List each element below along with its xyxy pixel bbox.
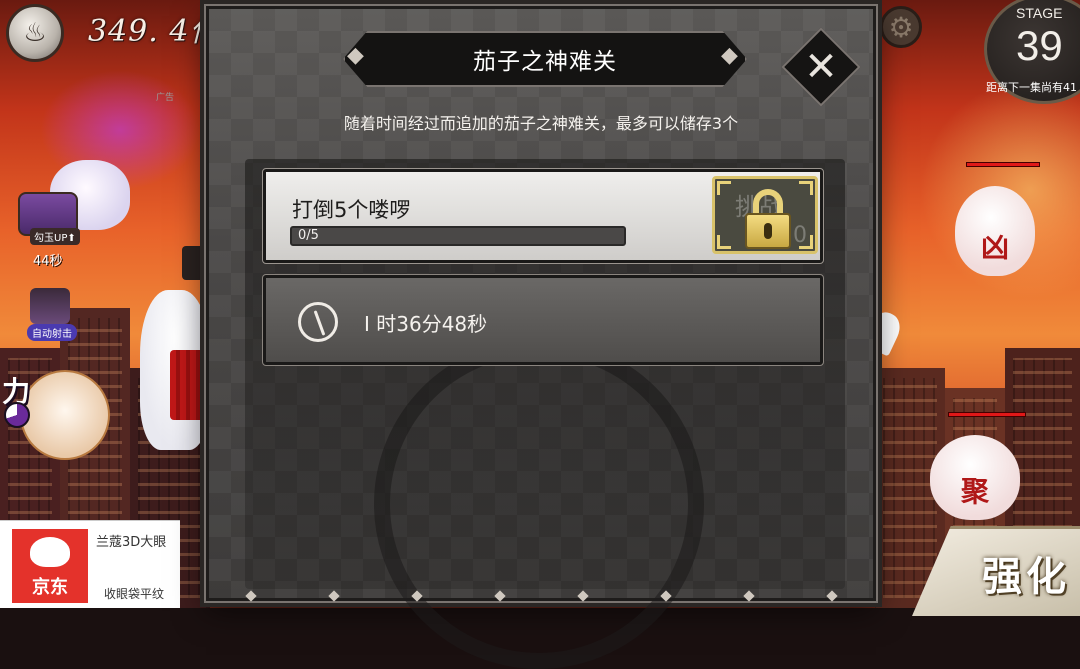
stage-number: 39 [1016,22,1063,69]
jd-dog-icon [30,537,70,567]
enemy-ghost[interactable]: 凶 [955,186,1035,276]
ad-subtitle: 收眼袋平纹 [104,587,165,601]
task-progress-text: 0/5 [298,228,319,243]
ad-banner[interactable]: 京东 兰蔻3D大眼 收眼袋平纹 [0,520,180,608]
diamond-ornament-icon [493,590,506,602]
lock-keyhole [764,223,772,239]
dialog-title: 茄子之神难关 [473,49,617,75]
stage-countdown: 距离下一集尚有41 [986,81,1077,94]
bonus-timer: 44秒 [33,254,63,269]
enemy-mark: 凶 [980,231,1009,264]
dialog-title-bar: 茄子之神难关 [343,31,747,87]
diamond-ornament-icon [327,590,340,602]
auto-attack-label[interactable]: 自动射击 [27,324,77,341]
diamond-ornament-icon [825,590,838,602]
trial-timer-text: I 时36分48秒 [364,312,488,336]
clock-icon [298,302,338,342]
enemy-mark: 聚 [960,475,989,508]
diamond-ornament-icon [659,590,672,602]
cooldown-clock-icon [4,402,30,428]
close-icon[interactable]: ✕ [799,39,843,95]
trial-task-card: 打倒5个喽啰 0/5 挑战 10 [262,168,824,264]
trial-dialog: 茄子之神难关 ◆ ◆ ✕ 随着时间经过而追加的茄子之神难关，最多可以储存3个 打… [204,4,878,669]
ad-title: 兰蔻3D大眼 [96,535,167,550]
enemy-ghost[interactable]: 聚 [930,435,1020,520]
fox-character[interactable] [20,370,110,460]
bottom-ornament [209,590,873,602]
task-name: 打倒5个喽啰 [292,198,411,222]
diamond-ornament-icon [244,590,257,602]
enhance-label: 强化 [982,552,1070,600]
diamond-ornament-icon [742,590,755,602]
auto-attack-avatar[interactable] [30,288,70,324]
player-skirt [170,350,210,420]
score-value: 349. 4亿 [88,14,221,49]
title-ornament-icon: ◆ [721,43,738,68]
diamond-ornament-icon [576,590,589,602]
diamond-ornament-icon [410,590,423,602]
ad-brand: 京东 [32,577,68,598]
enemy-hp-bar [966,162,1040,167]
trial-timer-card: I 时36分48秒 [262,274,824,366]
title-ornament-icon: ◆ [347,43,364,68]
frame-corner [717,181,731,195]
flame-icon[interactable]: ♨ [6,4,64,62]
enemy-hp-bar [948,412,1026,417]
jd-logo-icon: 京东 [12,529,88,603]
dialog-description: 随着时间经过而追加的茄子之神难关，最多可以储存3个 [343,114,739,133]
magatama-up-badge: 勾玉UP⬆ [30,228,80,245]
frame-corner [717,235,731,249]
frame-corner [799,181,813,195]
task-progress-bar: 0/5 [290,226,626,246]
gear-icon[interactable]: ⚙ [880,6,922,48]
clock-hand [313,310,326,336]
frame-corner [799,235,813,249]
ad-tag: 广告 [156,93,175,103]
stage-label: STAGE [1016,5,1063,21]
locked-challenge-button[interactable]: 挑战 10 [712,176,818,254]
